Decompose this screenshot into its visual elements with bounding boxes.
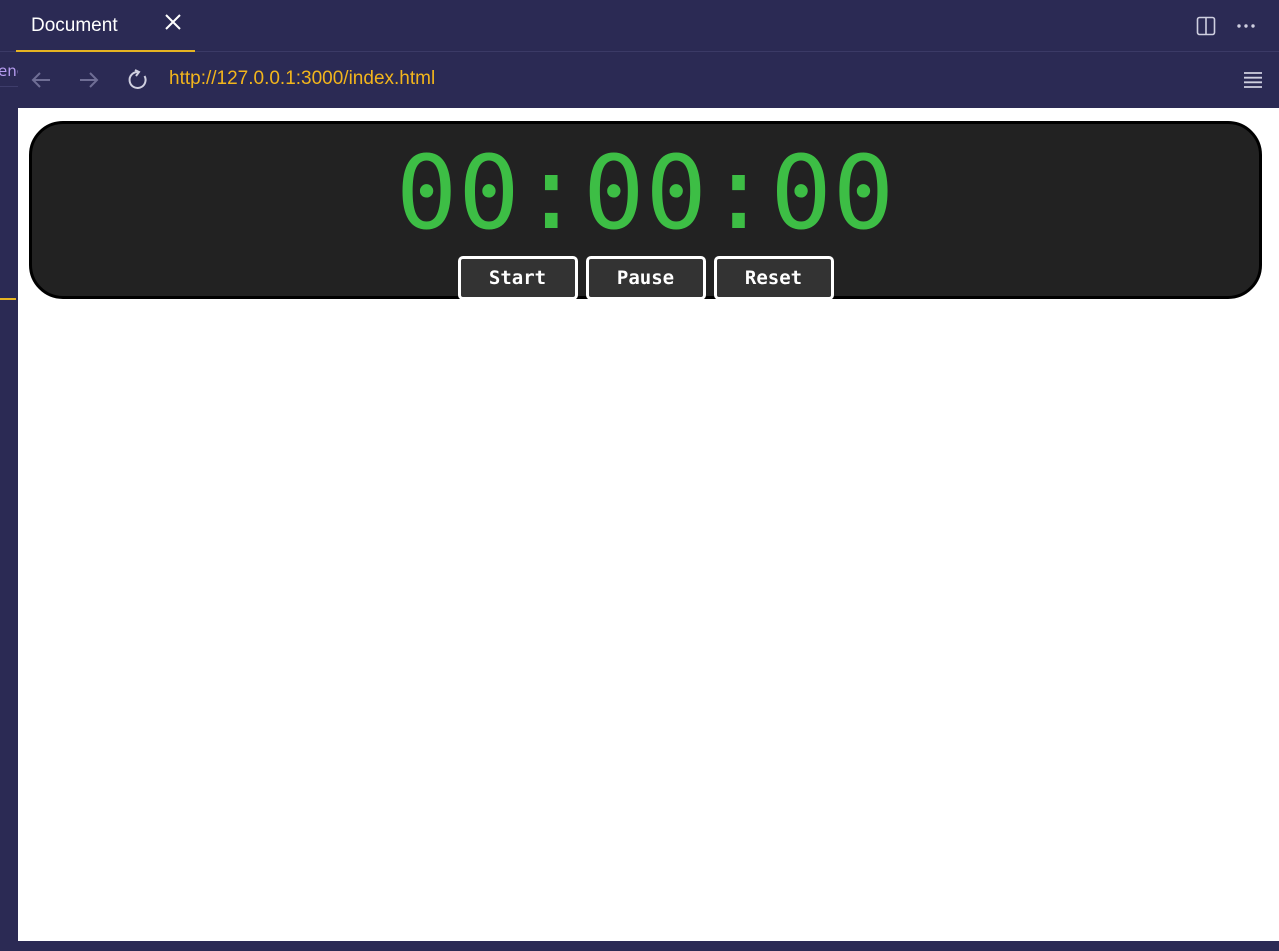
menu-icon[interactable] xyxy=(1240,67,1266,93)
stopwatch-controls: Start Pause Reset xyxy=(32,256,1259,300)
arrow-right-icon[interactable] xyxy=(76,67,102,93)
stopwatch-display: 00:00:00 xyxy=(395,134,896,253)
editor-side-strip: enc xyxy=(0,52,18,942)
page-viewport: 00:00:00 Start Pause Reset xyxy=(18,108,1279,941)
tab-title: Document xyxy=(31,15,118,36)
arrow-left-icon[interactable] xyxy=(28,67,54,93)
more-actions-icon[interactable] xyxy=(1235,15,1257,37)
tab-document[interactable]: Document xyxy=(16,0,195,52)
side-text-fragment: enc xyxy=(0,62,18,80)
reload-icon[interactable] xyxy=(125,67,151,93)
active-indicator xyxy=(0,298,16,300)
browser-nav-bar: http://127.0.0.1:3000/index.html xyxy=(18,53,1279,108)
close-icon[interactable] xyxy=(162,13,184,35)
divider xyxy=(0,86,18,87)
stopwatch-panel: 00:00:00 Start Pause Reset xyxy=(29,121,1262,300)
reset-button[interactable]: Reset xyxy=(713,256,834,300)
start-button[interactable]: Start xyxy=(457,256,578,300)
status-bar xyxy=(0,941,1279,951)
pause-button[interactable]: Pause xyxy=(585,256,706,300)
split-editor-icon[interactable] xyxy=(1195,15,1217,37)
address-bar-url[interactable]: http://127.0.0.1:3000/index.html xyxy=(169,68,435,90)
editor-tab-bar: Document xyxy=(0,0,1279,52)
tabbar-actions xyxy=(1195,14,1257,38)
